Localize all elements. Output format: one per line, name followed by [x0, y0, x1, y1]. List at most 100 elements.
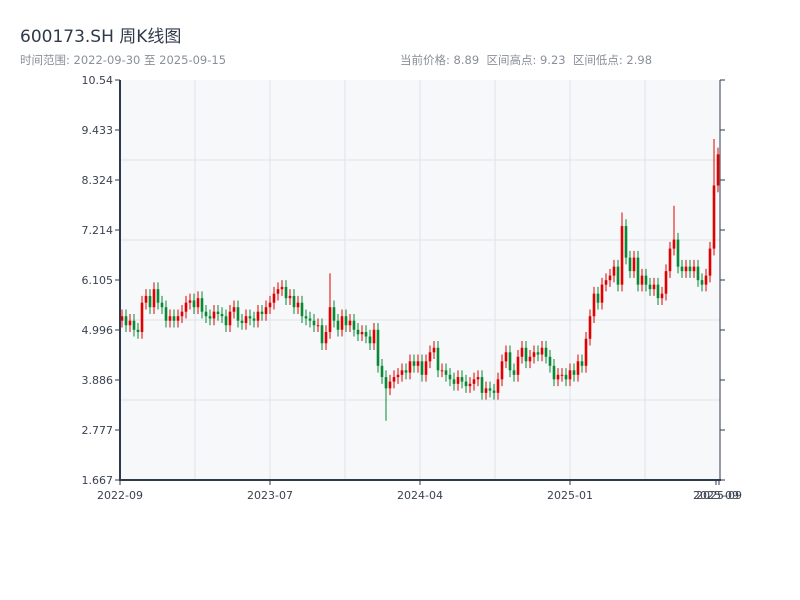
candle-body [332, 307, 336, 321]
candle-body [136, 329, 140, 333]
candlestick-chart: 1.667 2.777 3.886 4.996 6.105 7.214 8.324 9.433… [82, 74, 742, 502]
candle-body [476, 377, 480, 380]
candle-body [356, 329, 360, 335]
y-tick-label: 1.667 [82, 474, 114, 487]
candle-body [380, 365, 384, 378]
candle-body [124, 316, 128, 326]
candle-body [256, 311, 260, 321]
candle-body [532, 352, 536, 357]
candle-body [296, 302, 300, 308]
candle-body [376, 329, 380, 366]
candle-body [680, 266, 684, 272]
candle-body [288, 295, 292, 299]
candle-body [628, 257, 632, 272]
candle-body [448, 374, 452, 380]
candle-body [472, 379, 476, 384]
candle-body [684, 266, 688, 272]
candle-body [436, 347, 440, 371]
candle-body [384, 377, 388, 389]
candle-body [624, 226, 628, 258]
candle-body [224, 316, 228, 326]
candle-body [612, 266, 616, 276]
candle-body [708, 248, 712, 276]
candle-body [192, 300, 196, 308]
candle-body [652, 284, 656, 290]
candle-body [528, 356, 532, 362]
candle-body [160, 302, 164, 308]
candle-body [392, 377, 396, 382]
candle-body [424, 361, 428, 375]
candle-body [584, 338, 588, 366]
candle-body [128, 320, 132, 326]
candle-body [492, 390, 496, 393]
candle-body [524, 347, 528, 362]
candle-body [572, 370, 576, 375]
candle-body [548, 356, 552, 366]
candle-body [184, 302, 188, 312]
candle-body [216, 311, 220, 314]
candle-body [452, 379, 456, 384]
candle-body [676, 239, 680, 267]
candle-body [304, 316, 308, 319]
candle-body [348, 320, 352, 326]
candle-body [488, 388, 492, 391]
candle-body [440, 370, 444, 372]
candle-body [164, 307, 168, 321]
candle-body [132, 320, 136, 330]
candle-body [620, 226, 624, 285]
candle-body [616, 266, 620, 285]
candle-body [636, 257, 640, 285]
candle-body [420, 361, 424, 375]
candle-body [364, 332, 368, 337]
candle-body [340, 316, 344, 330]
candle-body [432, 347, 436, 353]
candle-body [284, 286, 288, 299]
candle-body [244, 316, 248, 323]
candle-body [204, 311, 208, 317]
candle-body [400, 370, 404, 375]
candle-body [704, 275, 708, 285]
candle-body [468, 383, 472, 387]
candle-body [608, 275, 612, 281]
candle-body [540, 347, 544, 355]
candle-body [276, 289, 280, 294]
candle-body [152, 289, 156, 308]
y-tick-label: 8.324 [82, 174, 114, 187]
candle-body [388, 381, 392, 389]
candle-body [344, 316, 348, 326]
candle-body [220, 313, 224, 317]
candle-body [312, 320, 316, 326]
candle-body [500, 361, 504, 380]
candle-body [512, 370, 516, 375]
candle-body [156, 289, 160, 303]
candle-body [664, 271, 668, 294]
candle-body [176, 316, 180, 321]
candle-body [144, 295, 148, 303]
candle-body [632, 257, 636, 272]
candle-body [172, 316, 176, 321]
candle-body [240, 320, 244, 323]
candle-body [656, 284, 660, 299]
candle-body [576, 361, 580, 375]
candle-body [148, 295, 152, 308]
candle-body [600, 284, 604, 303]
x-tick-label: 2023-07 [247, 489, 293, 502]
x-tick-label: 2025-09 [696, 489, 742, 502]
candle-body [696, 266, 700, 281]
candle-body [592, 293, 596, 317]
y-tick-label: 9.433 [82, 124, 114, 137]
candle-body [716, 154, 720, 186]
candle-body [272, 293, 276, 303]
candle-body [552, 365, 556, 380]
candle-body [516, 356, 520, 375]
candle-body [504, 352, 508, 362]
x-tick-label: 2025-01 [547, 489, 593, 502]
candle-body [208, 316, 212, 319]
candle-body [260, 311, 264, 314]
candle-body [372, 329, 376, 344]
candle-body [268, 302, 272, 308]
candle-body [508, 352, 512, 371]
candle-body [120, 316, 124, 321]
candle-body [180, 311, 184, 317]
candle-body [320, 325, 324, 344]
